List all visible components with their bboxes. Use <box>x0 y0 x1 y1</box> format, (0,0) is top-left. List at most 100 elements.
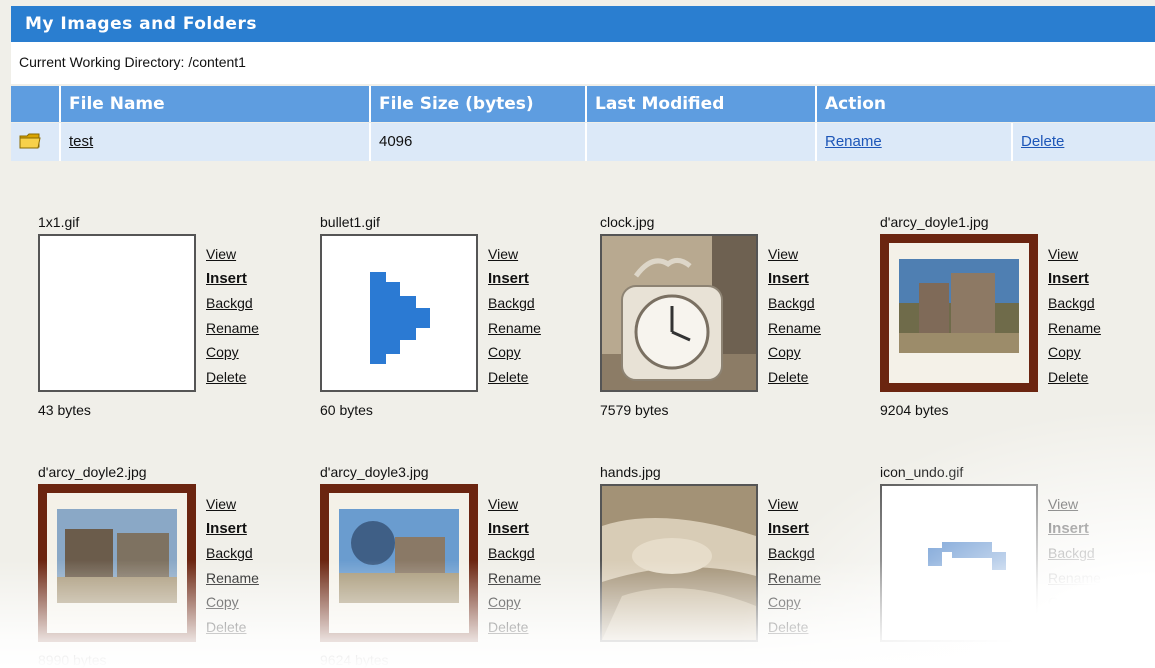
current-directory: Current Working Directory: /content1 <box>11 42 1155 84</box>
view-link[interactable]: View <box>1048 242 1101 267</box>
view-link[interactable]: View <box>1048 492 1101 517</box>
rename-link[interactable]: Rename <box>1048 566 1101 591</box>
delete-link[interactable]: Delete <box>1048 615 1101 640</box>
folder-delete-cell: Delete <box>1011 123 1155 161</box>
view-link[interactable]: View <box>206 492 259 517</box>
image-thumbnail[interactable] <box>880 484 1038 642</box>
delete-link[interactable]: Delete <box>768 365 821 390</box>
image-size: 43 bytes <box>38 402 91 418</box>
image-card-clock: clock.jpg View Insert Backgd Rename Copy… <box>600 214 870 418</box>
delete-link[interactable]: Delete <box>206 615 259 640</box>
rename-link[interactable]: Rename <box>206 316 259 341</box>
insert-link[interactable]: Insert <box>488 517 541 542</box>
delete-link[interactable]: Delete <box>488 365 541 390</box>
folder-modified-cell <box>585 123 815 161</box>
folder-name-cell: test <box>59 123 369 161</box>
copy-link[interactable]: Copy <box>768 590 821 615</box>
insert-link[interactable]: Insert <box>206 267 259 292</box>
clock-photo-icon <box>602 236 756 390</box>
folder-icon-cell <box>11 123 59 161</box>
insert-link[interactable]: Insert <box>1048 267 1101 292</box>
folder-icon[interactable] <box>19 133 41 149</box>
folder-size-cell: 4096 <box>369 123 585 161</box>
table-row: test 4096 Rename Delete <box>11 123 1155 161</box>
image-thumbnail[interactable] <box>880 234 1038 392</box>
backgd-link[interactable]: Backgd <box>488 291 541 316</box>
copy-link[interactable]: Copy <box>206 340 259 365</box>
image-actions: View Insert Backgd Rename Copy Delete <box>206 242 259 389</box>
painting-icon <box>57 509 177 603</box>
rename-link[interactable]: Rename <box>1048 316 1101 341</box>
delete-link[interactable]: Delete <box>488 615 541 640</box>
copy-link[interactable]: Copy <box>488 590 541 615</box>
delete-link[interactable]: Delete <box>206 365 259 390</box>
copy-link[interactable]: Copy <box>768 340 821 365</box>
backgd-link[interactable]: Backgd <box>1048 541 1101 566</box>
image-thumbnail[interactable] <box>320 234 478 392</box>
image-filename: icon_undo.gif <box>880 464 964 480</box>
panel-title: My Images and Folders <box>11 6 1155 42</box>
rename-link[interactable]: Rename <box>488 566 541 591</box>
painting-icon <box>339 509 459 603</box>
copy-link[interactable]: Copy <box>1048 340 1101 365</box>
image-filename: hands.jpg <box>600 464 661 480</box>
image-actions: View Insert Backgd Rename Copy Delete <box>488 492 541 639</box>
header-last-modified[interactable]: Last Modified <box>585 86 815 122</box>
folder-delete-link[interactable]: Delete <box>1021 133 1064 150</box>
delete-link[interactable]: Delete <box>1048 365 1101 390</box>
insert-link[interactable]: Insert <box>206 517 259 542</box>
backgd-link[interactable]: Backgd <box>768 291 821 316</box>
image-thumbnail[interactable] <box>38 234 196 392</box>
folder-link-test[interactable]: test <box>69 133 93 150</box>
image-filename: bullet1.gif <box>320 214 380 230</box>
insert-link[interactable]: Insert <box>768 517 821 542</box>
file-table-header: File Name File Size (bytes) Last Modifie… <box>11 86 1155 122</box>
rename-link[interactable]: Rename <box>768 566 821 591</box>
copy-link[interactable]: Copy <box>1048 590 1101 615</box>
image-size: 9624 bytes <box>320 652 389 668</box>
backgd-link[interactable]: Backgd <box>768 541 821 566</box>
image-thumbnail[interactable] <box>320 484 478 642</box>
image-card-bullet1: bullet1.gif View Insert Backgd Rename Co… <box>320 214 590 418</box>
image-size: 8990 bytes <box>38 652 107 668</box>
image-thumbnail[interactable] <box>600 234 758 392</box>
image-actions: View Insert Backgd Rename Copy Delete <box>768 242 821 389</box>
image-card-icon-undo: icon_undo.gif View Insert Backgd Rename … <box>880 464 1150 664</box>
image-card-darcy-doyle1: d'arcy_doyle1.jpg View Insert Backgd Ren… <box>880 214 1150 418</box>
view-link[interactable]: View <box>206 242 259 267</box>
image-actions: View Insert Backgd Rename Copy Delete <box>488 242 541 389</box>
image-card-1x1: 1x1.gif View Insert Backgd Rename Copy D… <box>38 214 308 418</box>
view-link[interactable]: View <box>488 492 541 517</box>
backgd-link[interactable]: Backgd <box>488 541 541 566</box>
painting-icon <box>899 259 1019 353</box>
image-thumbnail[interactable] <box>38 484 196 642</box>
header-file-name[interactable]: File Name <box>59 86 369 122</box>
view-link[interactable]: View <box>768 242 821 267</box>
copy-link[interactable]: Copy <box>206 590 259 615</box>
view-link[interactable]: View <box>488 242 541 267</box>
rename-link[interactable]: Rename <box>488 316 541 341</box>
rename-link[interactable]: Rename <box>768 316 821 341</box>
image-filename: 1x1.gif <box>38 214 80 230</box>
bullet-arrow-icon <box>370 272 430 364</box>
image-card-darcy-doyle2: d'arcy_doyle2.jpg View Insert Backgd Ren… <box>38 464 308 668</box>
image-card-darcy-doyle3: d'arcy_doyle3.jpg View Insert Backgd Ren… <box>320 464 590 668</box>
header-icon-col <box>11 86 59 122</box>
insert-link[interactable]: Insert <box>488 267 541 292</box>
image-thumbnail[interactable] <box>600 484 758 642</box>
delete-link[interactable]: Delete <box>768 615 821 640</box>
image-filename: d'arcy_doyle3.jpg <box>320 464 429 480</box>
insert-link[interactable]: Insert <box>768 267 821 292</box>
insert-link[interactable]: Insert <box>1048 517 1101 542</box>
view-link[interactable]: View <box>768 492 821 517</box>
folder-rename-link[interactable]: Rename <box>825 133 882 150</box>
backgd-link[interactable]: Backgd <box>206 291 259 316</box>
rename-link[interactable]: Rename <box>206 566 259 591</box>
backgd-link[interactable]: Backgd <box>206 541 259 566</box>
image-filename: clock.jpg <box>600 214 655 230</box>
backgd-link[interactable]: Backgd <box>1048 291 1101 316</box>
image-actions: View Insert Backgd Rename Copy Delete <box>1048 492 1101 639</box>
copy-link[interactable]: Copy <box>488 340 541 365</box>
header-file-size[interactable]: File Size (bytes) <box>369 86 585 122</box>
image-actions: View Insert Backgd Rename Copy Delete <box>768 492 821 639</box>
